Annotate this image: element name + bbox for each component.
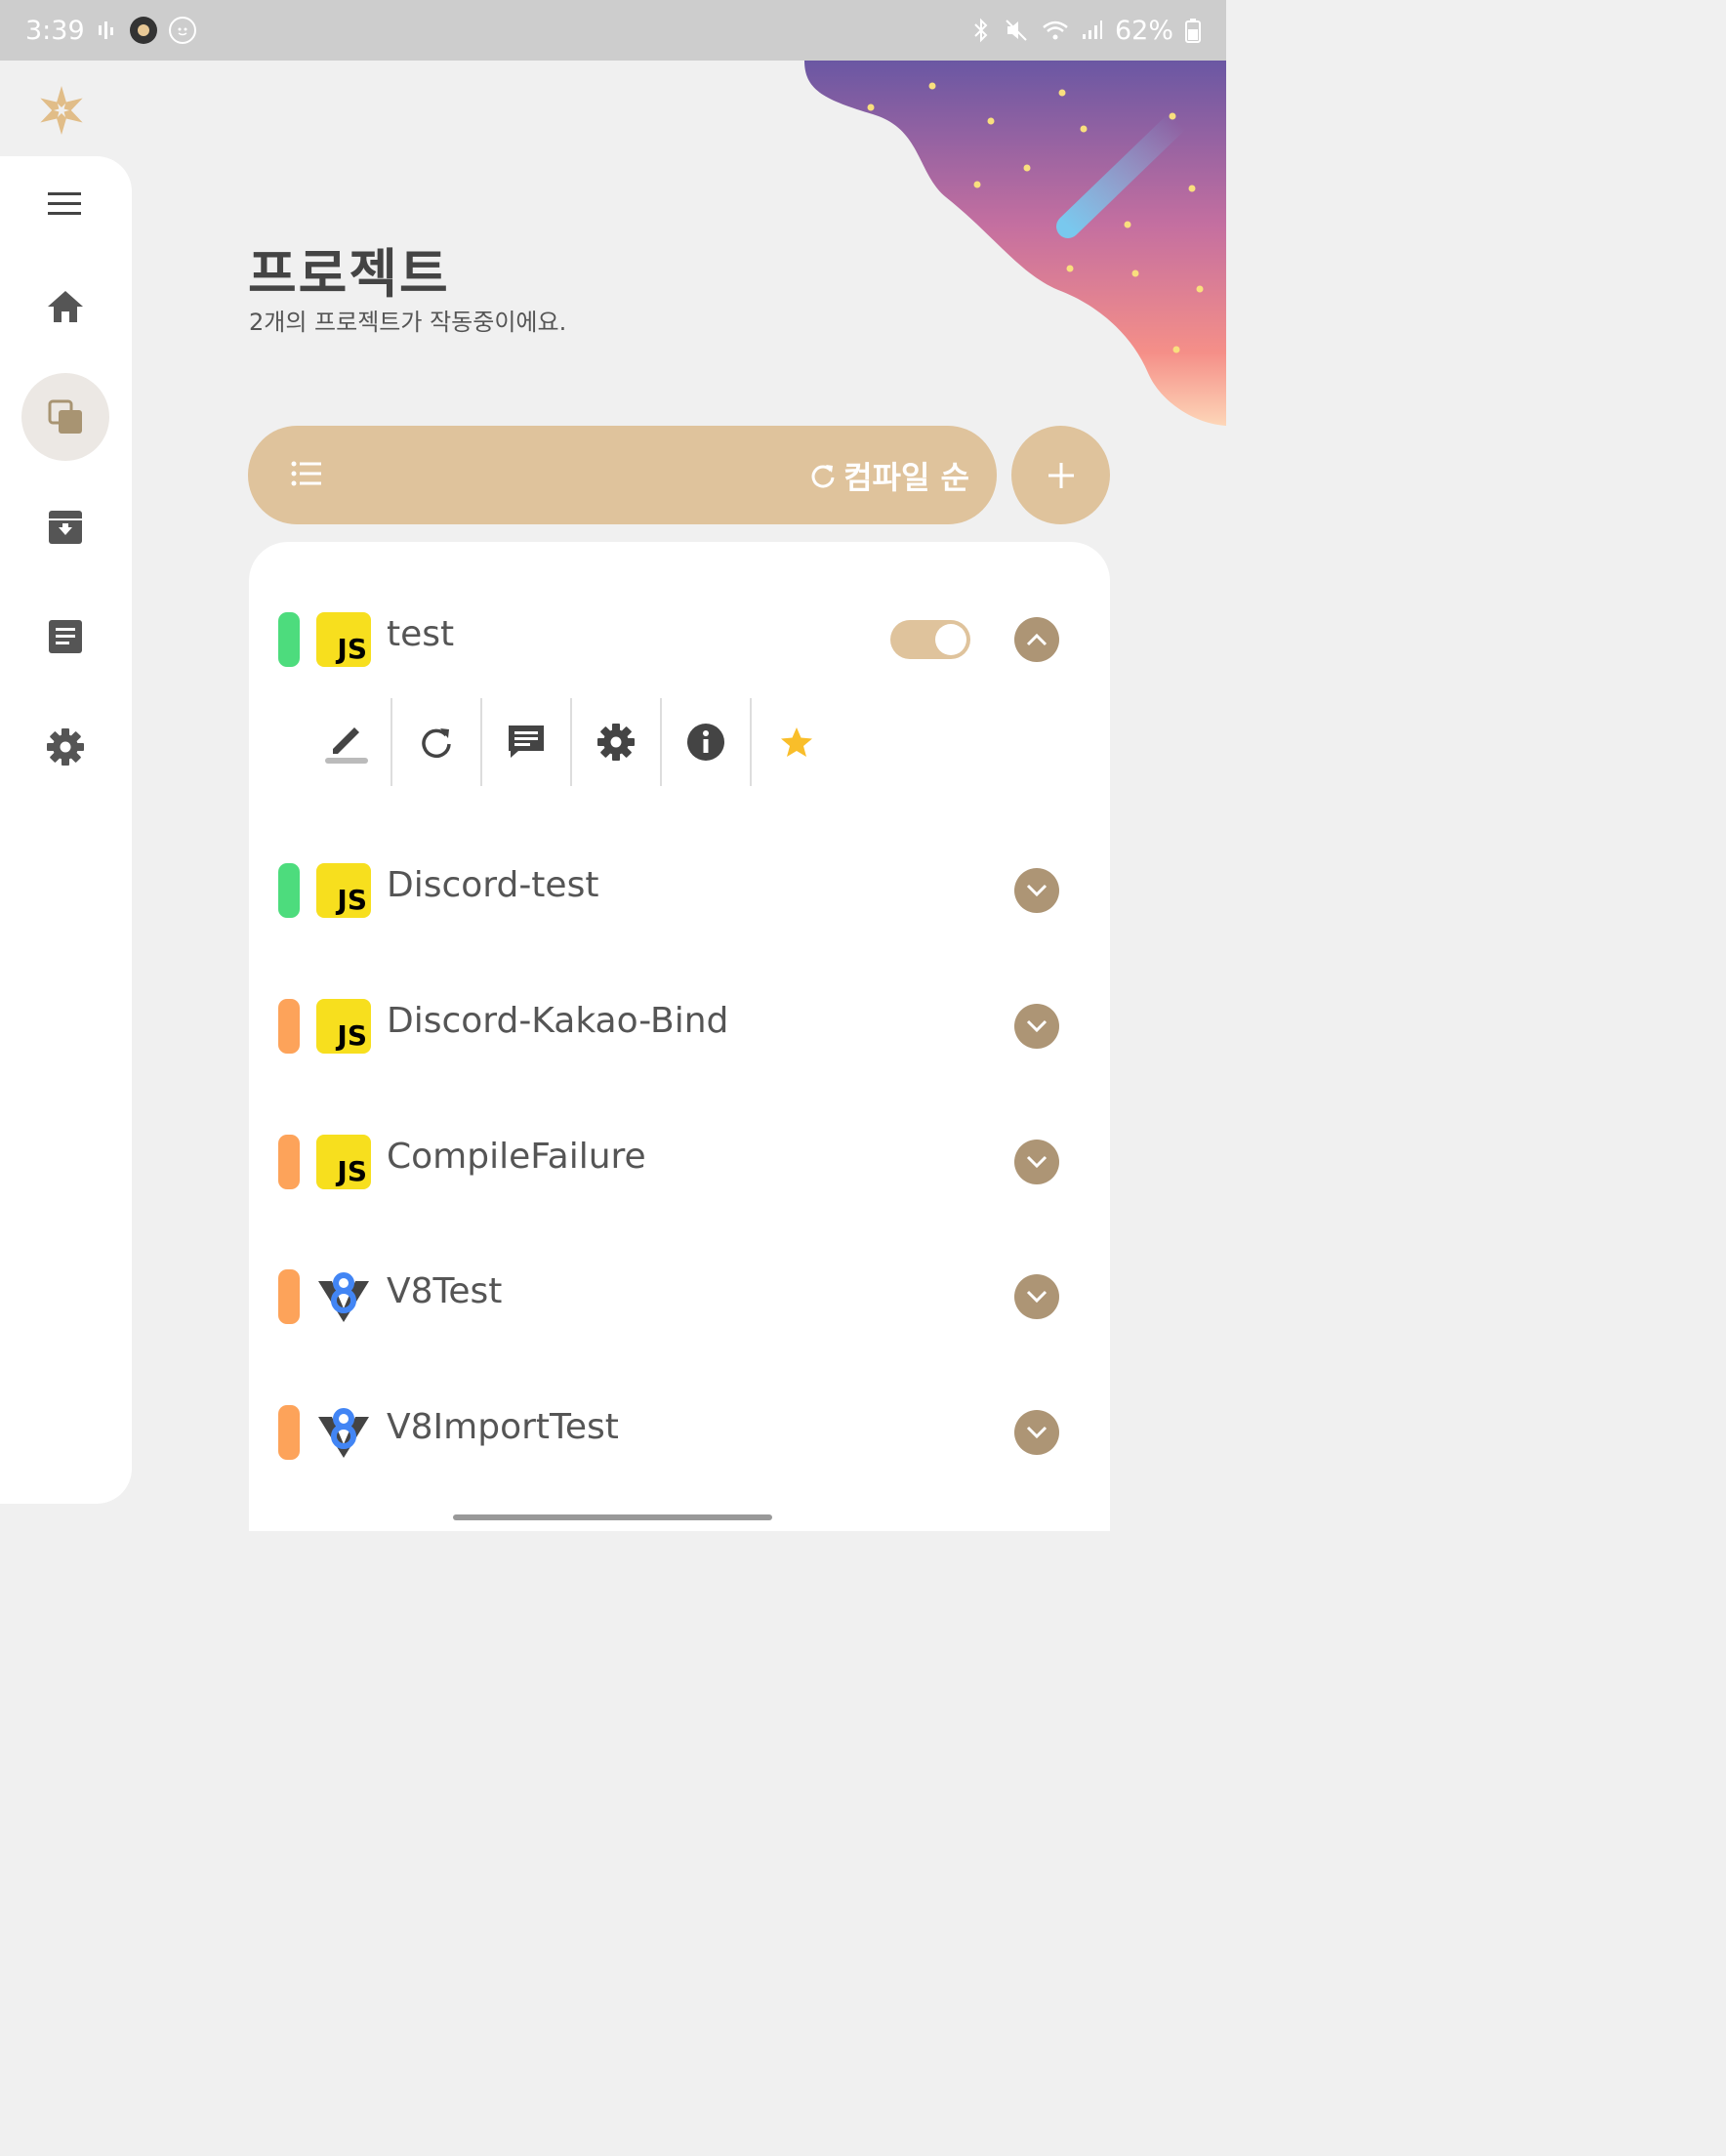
home-icon [48,291,83,322]
clock: 3:39 [25,15,85,46]
settings-icon [47,728,84,766]
project-row[interactable]: JS Discord-test [249,861,1110,920]
project-list: JS test JS Discord-test JS Discord-Kakao… [249,542,1110,1531]
expand-button[interactable] [1014,1410,1059,1455]
bluetooth-icon [974,18,988,43]
chevron-down-icon [1026,1019,1048,1033]
plus-icon [1048,462,1074,488]
home-indicator[interactable] [453,1514,772,1520]
project-name: Discord-test [387,865,599,905]
expand-button[interactable] [1014,1274,1059,1319]
chevron-down-icon [1026,884,1048,897]
project-row[interactable]: JS Discord-Kakao-Bind [249,997,1110,1056]
project-row[interactable]: JS test [249,610,1110,669]
app-screen: 3:39 62% 프로젝트 2개의 프로젝트가 작동중이에요. 컴파일 순 JS… [0,0,1226,1531]
header-decoration [804,61,1226,426]
v8-icon [318,1408,369,1458]
chat-icon [509,726,544,758]
document-icon [49,620,82,653]
nav-projects[interactable] [21,373,109,461]
stopped-status-indicator [278,1405,300,1460]
collapse-button[interactable] [1014,617,1059,662]
js-icon: JS [316,863,371,918]
js-icon: JS [316,999,371,1054]
recompile-icon [422,728,451,759]
favorite-button[interactable] [752,698,842,786]
nav-archive[interactable] [21,483,109,571]
project-row[interactable]: JS CompileFailure [249,1133,1110,1191]
project-name: V8Test [387,1271,503,1311]
edit-icon [325,727,368,764]
js-icon: JS [316,1135,371,1189]
project-row[interactable]: V8Test [249,1267,1110,1326]
expand-button[interactable] [1014,1004,1059,1049]
running-status-indicator [278,863,300,918]
project-action-bar [303,698,842,786]
running-status-indicator [278,612,300,667]
sort-button[interactable]: 컴파일 순 [810,453,969,498]
project-name: V8ImportTest [387,1407,619,1447]
project-name: Discord-Kakao-Bind [387,1001,729,1041]
sort-label: 컴파일 순 [843,458,969,496]
refresh-icon [811,464,835,488]
toggle-knob [935,624,966,655]
wifi-icon [1043,21,1068,40]
page-subtitle: 2개의 프로젝트가 작동중이에요. [249,309,567,336]
app-logo-icon [40,86,83,135]
nav-document[interactable] [21,593,109,681]
project-toolbar: 컴파일 순 [248,426,997,524]
nav-settings[interactable] [21,703,109,791]
cell-signal-icon [1082,21,1102,39]
menu-button[interactable] [21,160,109,248]
chevron-up-icon [1026,633,1048,646]
project-row[interactable]: V8ImportTest [249,1403,1110,1462]
status-bar: 3:39 62% [0,0,1226,61]
expand-button[interactable] [1014,1140,1059,1184]
battery-percent: 62% [1114,15,1173,46]
battery-icon [1185,19,1201,43]
chevron-down-icon [1026,1290,1048,1304]
info-icon [687,724,724,761]
smiley-icon [168,17,196,44]
star-icon [781,727,812,757]
projects-icon [48,399,82,434]
nav-home[interactable] [21,263,109,351]
project-enable-toggle[interactable] [890,620,970,659]
chat-button[interactable] [482,698,572,786]
js-icon: JS [316,612,371,667]
list-view-button[interactable] [291,461,322,490]
mute-icon [1006,20,1027,41]
archive-icon [49,511,82,544]
page-title: 프로젝트 [248,243,450,305]
expand-button[interactable] [1014,868,1059,913]
sidebar [0,156,132,1504]
info-button[interactable] [662,698,752,786]
edit-button[interactable] [303,698,392,786]
stopped-status-indicator [278,1269,300,1324]
recompile-button[interactable] [392,698,482,786]
menu-icon [48,192,81,215]
app-logo-icon [129,17,157,44]
settings-icon [597,724,635,761]
project-settings-button[interactable] [572,698,662,786]
stopped-status-indicator [278,999,300,1054]
chevron-down-icon [1026,1155,1048,1169]
stopped-status-indicator [278,1135,300,1189]
v8-icon [318,1272,369,1322]
signal-bars-icon [98,21,113,39]
project-name: test [387,614,455,654]
project-name: CompileFailure [387,1137,646,1177]
chevron-down-icon [1026,1426,1048,1439]
add-project-button[interactable] [1011,426,1110,524]
list-icon [291,461,321,485]
